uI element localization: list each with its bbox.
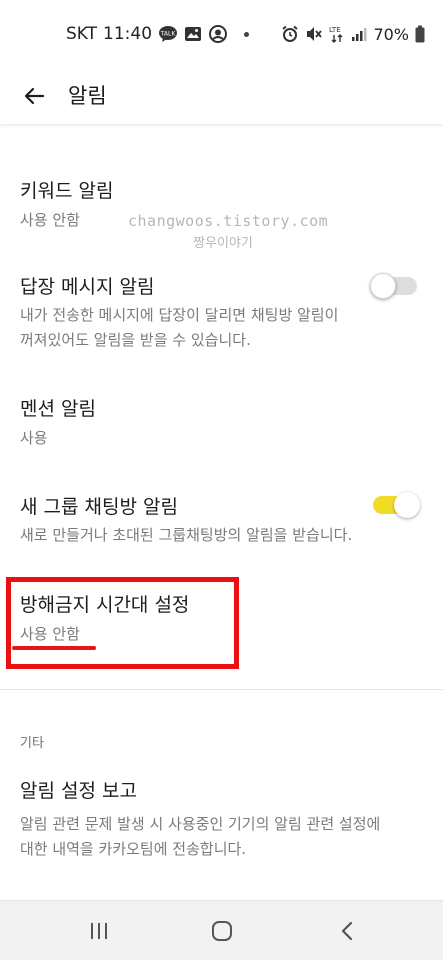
talk-icon: TALK (158, 25, 178, 43)
setting-alert-report[interactable]: 알림 설정 보고 알림 관련 문제 발생 시 사용중인 기기의 알림 관련 설정… (0, 760, 443, 880)
setting-title: 새 그룹 채팅방 알림 (20, 496, 178, 518)
home-icon (212, 921, 232, 941)
carrier-label: SKT (66, 24, 98, 44)
app-bar: 알림 (0, 66, 443, 124)
status-left: SKT 11:40 TALK (66, 22, 250, 46)
location-icon (208, 24, 228, 44)
setting-mention-alert[interactable]: 멘션 알림 사용 (0, 370, 443, 470)
svg-text:TALK: TALK (160, 31, 177, 38)
home-button[interactable] (200, 915, 244, 947)
clock: 11:40 (103, 24, 153, 44)
setting-subtitle: 사용 (20, 429, 48, 447)
toggle-knob (394, 492, 420, 518)
setting-description-line2: 꺼져있어도 알림을 받을 수 있습니다. (20, 331, 251, 349)
section-label-etc: 기타 (20, 736, 44, 751)
back-arrow-icon (24, 87, 45, 105)
highlight-annotation-box (6, 577, 239, 669)
back-chevron-icon (341, 921, 353, 941)
setting-description-line2: 대한 내역을 카카오팀에 전송합니다. (20, 840, 247, 858)
setting-title: 알림 설정 보고 (20, 780, 137, 802)
back-nav-button[interactable] (325, 915, 369, 947)
setting-description: 새로 만들거나 초대된 그룹채팅방의 알림을 받습니다. (20, 526, 353, 544)
page-title: 알림 (68, 84, 107, 108)
battery-percent: 70% (373, 24, 409, 44)
watermark-name: 짱우이야기 (193, 236, 253, 251)
alarm-icon (281, 25, 299, 43)
toggle-knob (370, 273, 396, 299)
setting-title: 키워드 알림 (20, 180, 114, 202)
lte-icon: LTE (329, 24, 345, 44)
recent-apps-icon (91, 923, 107, 939)
section-divider (0, 689, 443, 690)
navigation-bar (0, 900, 443, 960)
watermark: changwoos.tistory.com 짱우이야기 (128, 212, 329, 251)
status-bar: SKT 11:40 TALK LTE 70% (0, 0, 443, 66)
new-group-chat-toggle[interactable] (373, 492, 420, 518)
notification-dot (244, 31, 250, 37)
status-right: LTE 70% (281, 22, 425, 46)
signal-icon (351, 26, 367, 42)
setting-description-line1: 알림 관련 문제 발생 시 사용중인 기기의 알림 관련 설정에 (20, 815, 381, 833)
watermark-url: changwoos.tistory.com (128, 212, 329, 230)
back-button[interactable] (14, 76, 54, 116)
setting-new-group-chat-alert[interactable]: 새 그룹 채팅방 알림 새로 만들거나 초대된 그룹채팅방의 알림을 받습니다. (0, 470, 443, 570)
setting-title: 멘션 알림 (20, 398, 96, 420)
highlight-annotation-underline (12, 646, 96, 650)
setting-description-line1: 내가 전송한 메시지에 답장이 달리면 채팅방 알림이 (20, 306, 339, 324)
recent-apps-button[interactable] (77, 915, 121, 947)
svg-text:LTE: LTE (329, 26, 341, 34)
battery-icon (415, 25, 425, 43)
settings-list: changwoos.tistory.com 짱우이야기 키워드 알림 사용 안함… (0, 124, 443, 900)
setting-title: 답장 메시지 알림 (20, 276, 155, 298)
reply-alert-toggle[interactable] (370, 273, 417, 299)
mute-icon (305, 25, 323, 43)
setting-subtitle: 사용 안함 (20, 211, 80, 229)
gallery-icon (184, 26, 202, 42)
setting-reply-alert[interactable]: 답장 메시지 알림 내가 전송한 메시지에 답장이 달리면 채팅방 알림이 꺼져… (0, 260, 443, 370)
